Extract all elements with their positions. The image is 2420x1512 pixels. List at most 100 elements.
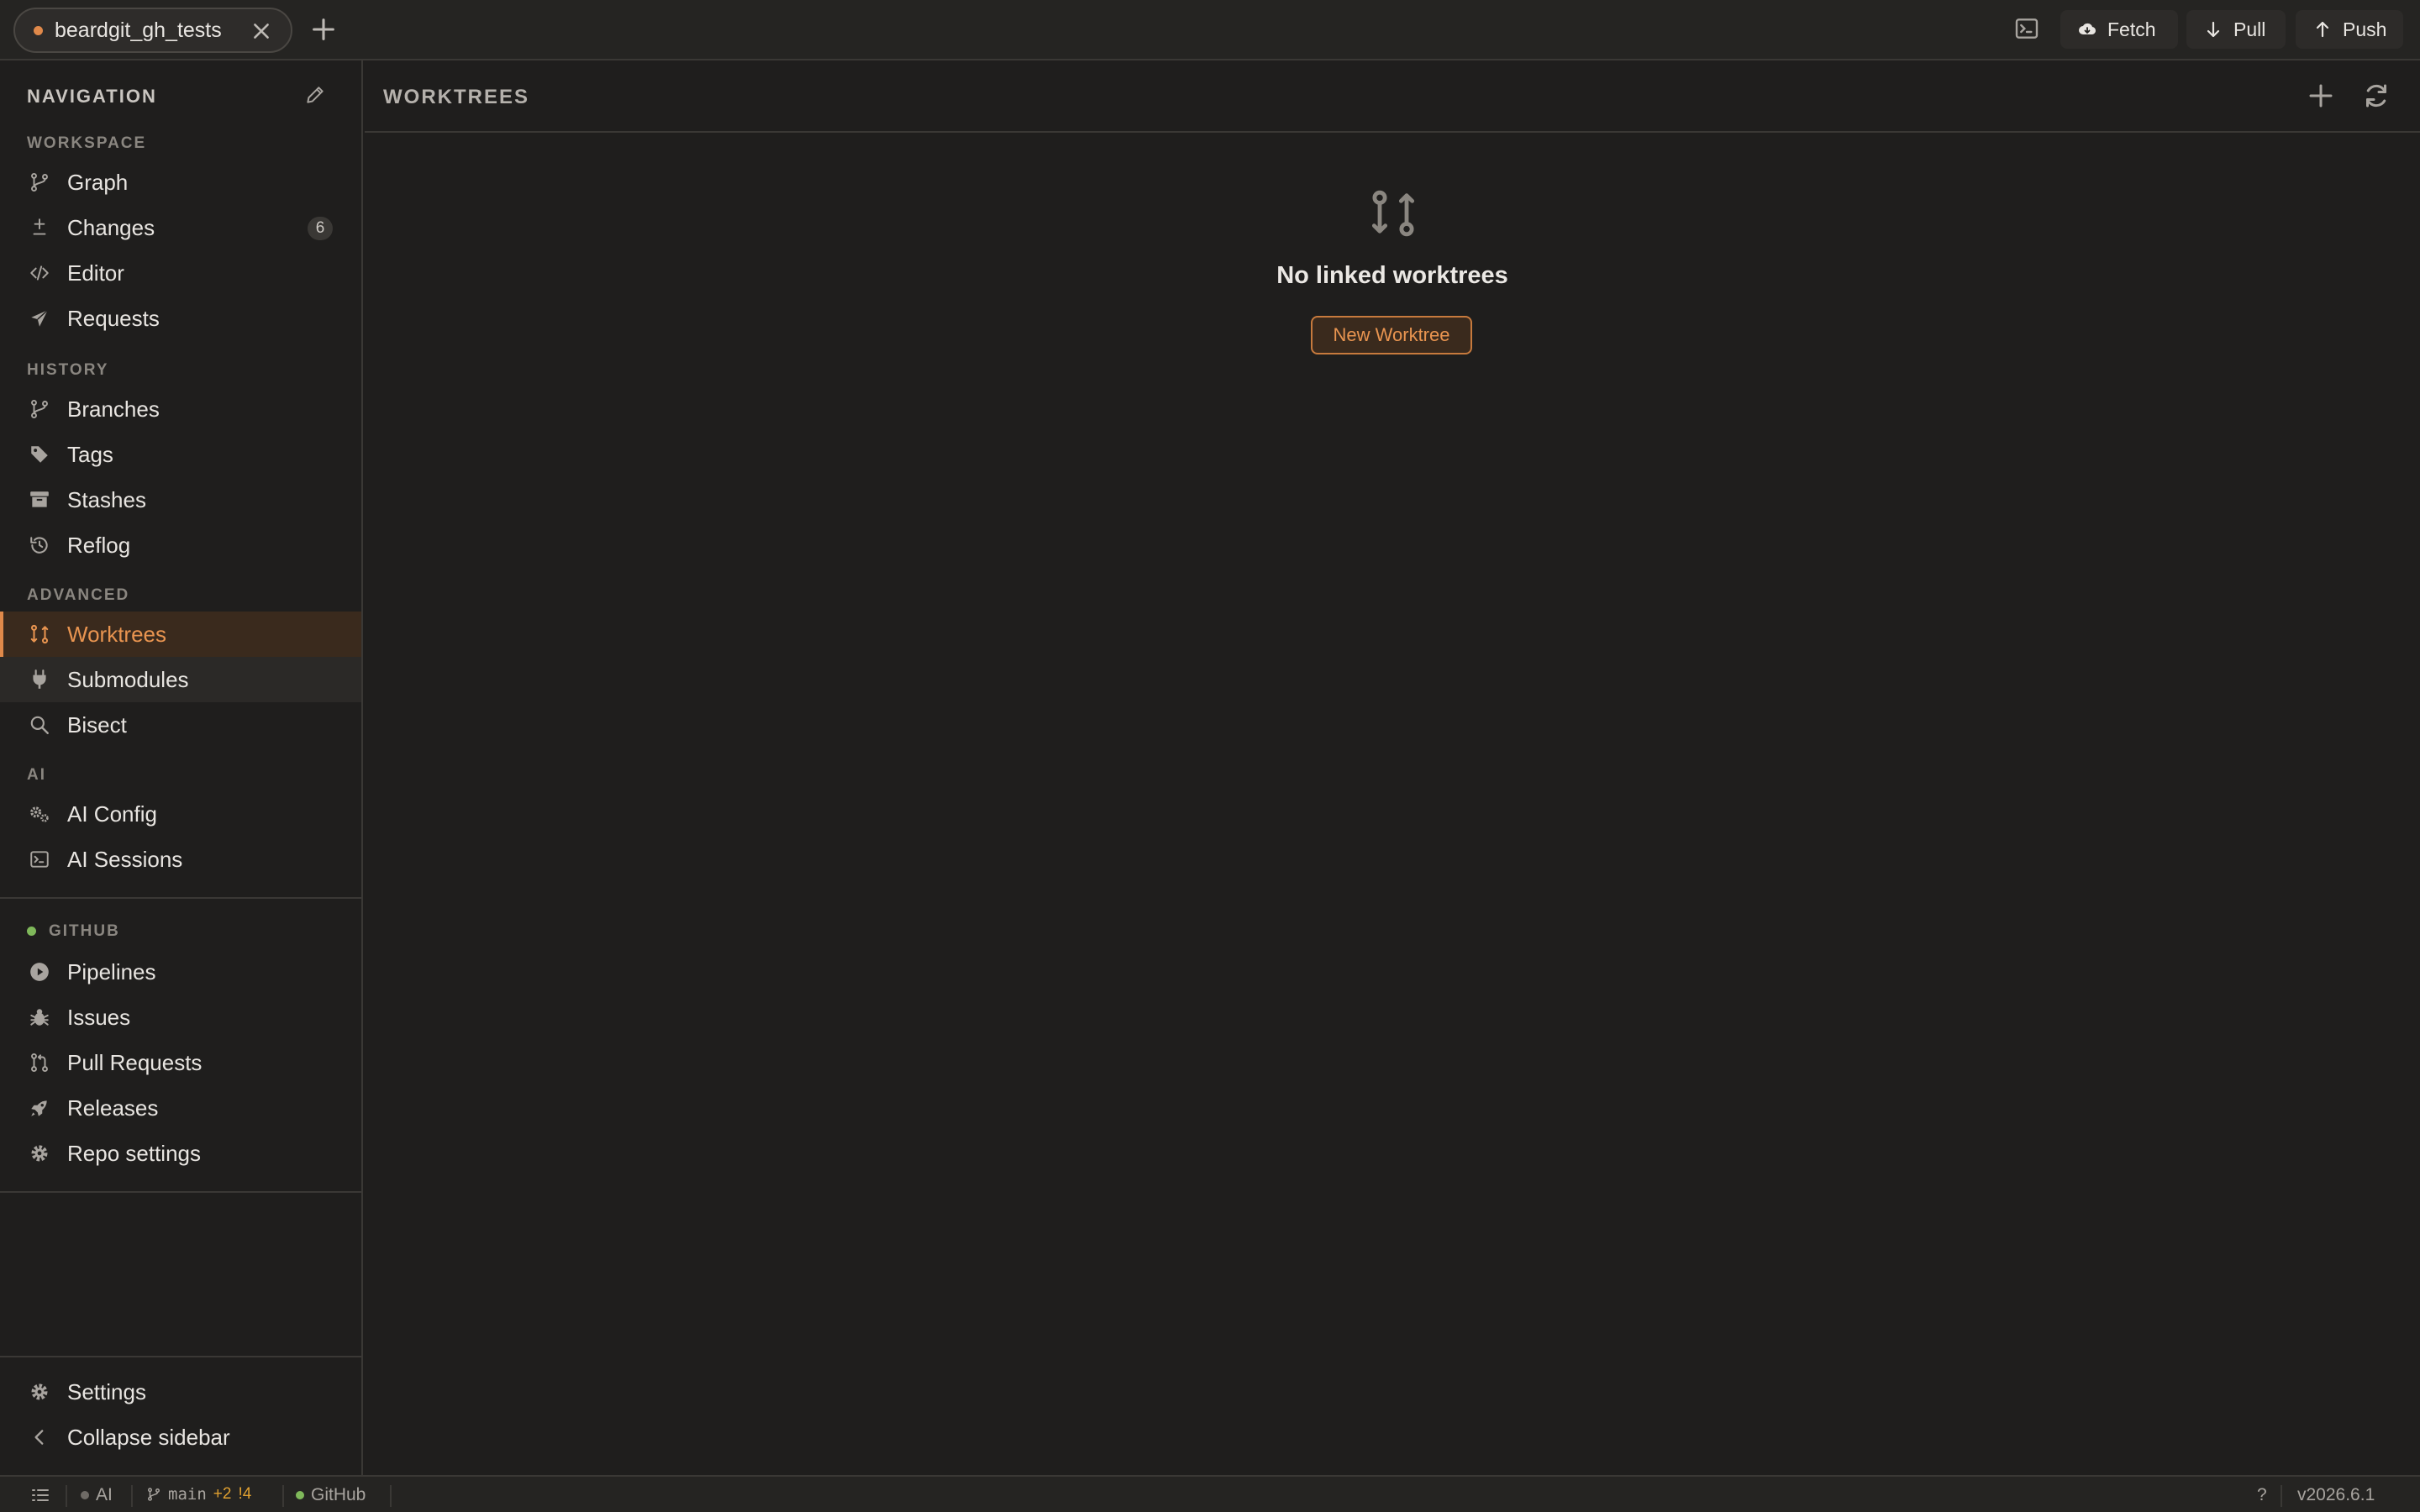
fetch-button[interactable]: Fetch [2060, 10, 2178, 49]
branch-status[interactable]: main +2 !4 [146, 1485, 251, 1504]
section-workspace: WORKSPACE [27, 134, 147, 152]
provider-status-dot [296, 1491, 304, 1499]
archive-box-icon [29, 489, 50, 511]
arrow-up-icon [2312, 19, 2333, 39]
close-icon[interactable] [250, 20, 272, 42]
divider [282, 1485, 284, 1507]
sidebar-item-graph[interactable]: Graph [0, 160, 361, 205]
gear-icon [29, 1142, 50, 1164]
sidebar-item-label: AI Sessions [67, 846, 183, 872]
sidebar-item-requests[interactable]: Requests [0, 296, 361, 341]
sidebar-item-label: Submodules [67, 666, 189, 692]
add-worktree-plus-icon[interactable] [2306, 81, 2336, 111]
push-button[interactable]: Push [2296, 10, 2403, 49]
refresh-icon[interactable] [2361, 81, 2391, 111]
sidebar-item-label: Collapse sidebar [67, 1424, 230, 1450]
provider-status[interactable]: GitHub [296, 1485, 366, 1505]
play-circle-icon [29, 961, 50, 983]
history-icon [29, 534, 50, 556]
git-compare-icon [29, 623, 50, 645]
page-title: WORKTREES [383, 86, 529, 108]
sidebar-item-collapse[interactable]: Collapse sidebar [0, 1415, 361, 1460]
new-worktree-button[interactable]: New Worktree [1311, 316, 1472, 354]
section-advanced: ADVANCED [27, 586, 130, 604]
sidebar-item-worktrees[interactable]: Worktrees [0, 612, 361, 657]
sidebar-item-stashes[interactable]: Stashes [0, 477, 361, 522]
pull-label: Pull [2233, 18, 2266, 40]
git-branch-icon [29, 398, 50, 420]
arrow-down-icon [2203, 19, 2223, 39]
gear-icon [29, 1381, 50, 1403]
sidebar-item-label: Tags [67, 441, 113, 467]
sidebar-divider [0, 1356, 361, 1357]
new-tab-plus-icon[interactable] [309, 15, 338, 44]
sidebar: NAVIGATION WORKSPACE Graph Changes 6 Edi… [0, 60, 363, 1475]
ai-status-label: AI [96, 1485, 113, 1504]
ai-status[interactable]: AI [81, 1485, 113, 1505]
pull-button[interactable]: Pull [2186, 10, 2286, 49]
branch-name: main [168, 1485, 207, 1504]
changes-count-badge: 6 [308, 217, 333, 240]
ai-status-dot [81, 1491, 89, 1499]
repo-tab-label: beardgit_gh_tests [55, 18, 222, 42]
sidebar-item-label: Changes [67, 214, 155, 240]
sidebar-item-bisect[interactable]: Bisect [0, 702, 361, 748]
code-icon [29, 262, 50, 284]
sidebar-item-branches[interactable]: Branches [0, 386, 361, 432]
github-status-dot [27, 927, 36, 936]
plug-icon [29, 669, 50, 690]
sidebar-item-label: Branches [67, 396, 160, 422]
plus-minus-icon [29, 217, 50, 239]
sidebar-item-label: Worktrees [67, 621, 166, 647]
list-icon[interactable] [30, 1485, 50, 1505]
empty-state-title: No linked worktrees [1276, 262, 1508, 289]
sidebar-item-pull-requests[interactable]: Pull Requests [0, 1040, 361, 1085]
ahead-count: +2 [213, 1485, 232, 1503]
sidebar-item-pipelines[interactable]: Pipelines [0, 949, 361, 995]
tag-icon [29, 444, 50, 465]
git-branch-icon [146, 1487, 161, 1502]
bug-icon [29, 1006, 50, 1028]
git-pull-request-icon [29, 1052, 50, 1074]
sidebar-item-label: Reflog [67, 532, 131, 558]
sidebar-divider [0, 1191, 361, 1193]
sidebar-item-label: Pull Requests [67, 1049, 203, 1075]
divider [131, 1485, 133, 1507]
terminal-icon [29, 848, 50, 870]
sidebar-item-issues[interactable]: Issues [0, 995, 361, 1040]
sidebar-item-submodules[interactable]: Submodules [0, 657, 361, 702]
sidebar-item-changes[interactable]: Changes 6 [0, 205, 361, 250]
rocket-icon [29, 1097, 50, 1119]
sidebar-item-repo-settings[interactable]: Repo settings [0, 1131, 361, 1176]
sidebar-item-label: Editor [67, 260, 124, 286]
help-button[interactable]: ? [2257, 1485, 2267, 1505]
top-bar: beardgit_gh_tests Fetch Pull Push [0, 0, 2420, 60]
fetch-label: Fetch [2107, 18, 2156, 40]
sidebar-item-label: Releases [67, 1095, 159, 1121]
repo-tab[interactable]: beardgit_gh_tests [13, 8, 292, 53]
version-label: v2026.6.1 [2297, 1485, 2375, 1504]
section-history: HISTORY [27, 361, 109, 379]
terminal-icon[interactable] [2013, 15, 2040, 42]
sidebar-item-releases[interactable]: Releases [0, 1085, 361, 1131]
sidebar-item-label: AI Config [67, 801, 157, 827]
sidebar-item-ai-config[interactable]: AI Config [0, 791, 361, 837]
git-compare-icon [1366, 186, 1420, 240]
sidebar-item-reflog[interactable]: Reflog [0, 522, 361, 568]
sidebar-divider [0, 897, 361, 899]
divider [2281, 1485, 2282, 1507]
sidebar-item-editor[interactable]: Editor [0, 250, 361, 296]
paper-plane-icon [29, 307, 50, 329]
sidebar-item-ai-sessions[interactable]: AI Sessions [0, 837, 361, 882]
sidebar-title: NAVIGATION [27, 86, 157, 107]
sidebar-item-label: Requests [67, 305, 160, 331]
sidebar-item-label: Settings [67, 1378, 146, 1404]
sidebar-item-tags[interactable]: Tags [0, 432, 361, 477]
status-bar: AI main +2 !4 GitHub ? v2026.6.1 [0, 1475, 2420, 1512]
sidebar-item-settings[interactable]: Settings [0, 1369, 361, 1415]
section-github: GITHUB [49, 922, 120, 940]
divider [66, 1485, 67, 1507]
push-label: Push [2343, 18, 2387, 40]
sidebar-item-label: Pipelines [67, 958, 156, 984]
pencil-icon[interactable] [304, 84, 326, 106]
